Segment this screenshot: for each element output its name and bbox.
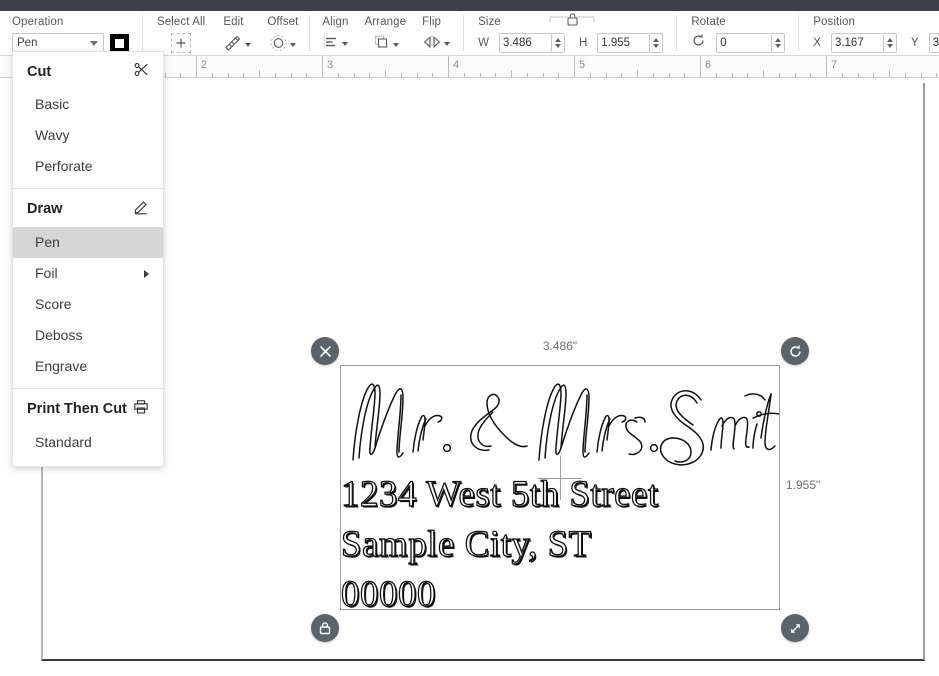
selection-resize-handle[interactable] (781, 614, 809, 642)
toolbar-group-offset: Offset (259, 11, 311, 56)
height-input[interactable]: 1.955 (597, 33, 651, 53)
menu-section-label: Cut (27, 63, 52, 80)
app-titlebar (0, 0, 939, 11)
menu-section-label: Print Then Cut (27, 401, 127, 417)
chevron-down-icon (245, 43, 252, 47)
menu-item-label: Foil (35, 265, 58, 281)
plus-dashed-icon[interactable] (171, 33, 192, 53)
selection-height-label: 1.955" (786, 478, 821, 492)
menu-item-label: Basic (35, 96, 70, 112)
menu-section-label: Draw (27, 201, 63, 217)
edit-pencils-icon[interactable] (223, 33, 252, 53)
rotate-input[interactable]: 0 (716, 33, 773, 53)
align-left-icon[interactable] (322, 33, 349, 51)
flip-label: Flip (422, 16, 442, 28)
flip-horizontal-icon[interactable] (422, 33, 451, 51)
position-label: Position (813, 16, 855, 28)
menu-item-label: Engrave (35, 358, 88, 374)
close-x-icon (319, 345, 331, 357)
menu-item-label: Deboss (35, 327, 83, 343)
selection-rotate-handle[interactable] (781, 337, 809, 365)
rotate-cw-icon (691, 33, 706, 53)
scissors-icon (134, 62, 149, 81)
width-label: W (478, 37, 489, 49)
toolbar-group-arrange: Arrange (356, 11, 414, 56)
menu-section-print-then-cut: Print Then Cut (13, 389, 163, 427)
menu-item-wavy[interactable]: Wavy (13, 120, 163, 151)
rotate-stepper[interactable] (772, 33, 786, 53)
toolbar-group-size: Size W 3.486 H 1.955 (464, 10, 678, 56)
height-stepper[interactable] (650, 33, 664, 53)
size-lock-button[interactable] (542, 10, 602, 30)
operation-color-swatch[interactable] (110, 33, 129, 53)
width-input[interactable]: 3.486 (498, 33, 552, 53)
lock-aspect-icon (319, 622, 331, 635)
address-line-2: Sample City, ST (341, 523, 592, 565)
menu-item-basic[interactable]: Basic (13, 89, 163, 120)
position-y-input[interactable]: 3.036 (928, 33, 939, 53)
toolbar-group-align: Align (310, 11, 356, 56)
toolbar-group-select-all: Select All (143, 11, 213, 56)
pen-icon (133, 199, 149, 219)
position-x-label: X (813, 37, 821, 49)
chevron-down-icon (90, 41, 98, 46)
rotate-handle-icon (789, 344, 801, 357)
operation-select-value: Pen (17, 37, 38, 49)
printer-icon (133, 399, 149, 419)
selection-lock-handle[interactable] (311, 614, 339, 642)
position-y-label: Y (910, 37, 919, 49)
menu-item-standard[interactable]: Standard (13, 427, 163, 458)
chevron-down-icon (342, 42, 349, 46)
menu-item-score[interactable]: Score (13, 289, 163, 320)
arrange-layers-icon[interactable] (372, 33, 399, 52)
menu-item-foil[interactable]: Foil (13, 258, 163, 289)
menu-item-perforate[interactable]: Perforate (13, 151, 163, 182)
select-all-label: Select All (157, 16, 206, 28)
chevron-down-icon (392, 42, 399, 47)
chevron-right-icon (144, 269, 149, 278)
toolbar-group-rotate: Rotate 0 (677, 11, 800, 56)
toolbar-group-flip: Flip (414, 11, 465, 56)
main-toolbar: Operation Pen Select All Edit Offset Ali… (0, 11, 939, 56)
operation-dropdown-menu[interactable]: Cut Basic Wavy Perforate Draw Pen Foil Score Deb… (12, 51, 164, 467)
menu-item-deboss[interactable]: Deboss (13, 320, 163, 351)
menu-section-draw: Draw (13, 189, 163, 227)
address-line-1: 1234 West 5th Street (341, 473, 659, 515)
edit-label: Edit (223, 16, 244, 28)
menu-item-pen[interactable]: Pen (13, 227, 163, 258)
menu-item-label: Pen (35, 234, 60, 250)
operation-label: Operation (12, 16, 64, 28)
position-x-stepper[interactable] (883, 33, 897, 53)
menu-item-label: Standard (35, 434, 92, 450)
address-line-3: 00000 (341, 573, 436, 609)
arrange-label: Arrange (364, 16, 407, 28)
selection-width-label: 3.486" (542, 339, 578, 353)
height-label: H (578, 37, 588, 49)
rotate-label: Rotate (691, 16, 726, 28)
operation-select[interactable]: Pen (12, 33, 104, 53)
resize-diagonal-icon (790, 623, 800, 633)
toolbar-group-position: Position X 3.167 Y 3.036 (799, 11, 939, 56)
position-x-input[interactable]: 3.167 (830, 33, 884, 53)
chevron-down-icon (290, 42, 297, 47)
offset-label: Offset (267, 16, 299, 28)
offset-glow-icon[interactable] (269, 33, 297, 52)
menu-item-engrave[interactable]: Engrave (13, 351, 163, 382)
chevron-down-icon (444, 42, 451, 46)
menu-item-label: Wavy (35, 127, 70, 143)
menu-item-label: Score (35, 296, 72, 312)
menu-section-cut: Cut (13, 52, 163, 89)
align-label: Align (322, 16, 349, 28)
selection-delete-handle[interactable] (311, 337, 339, 365)
toolbar-group-operation: Operation Pen (0, 11, 143, 56)
menu-item-label: Perforate (35, 158, 93, 174)
toolbar-group-edit: Edit (213, 11, 259, 56)
width-stepper[interactable] (551, 33, 565, 53)
